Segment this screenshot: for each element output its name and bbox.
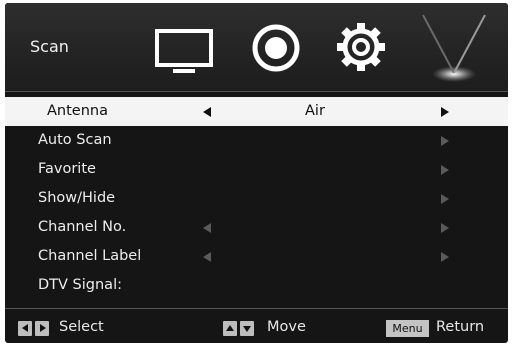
menu-item-favorite[interactable]: Favorite (5, 155, 508, 184)
menu-item-label: Auto Scan (38, 132, 112, 148)
antenna-icon[interactable] (415, 11, 493, 87)
menu-item-label: Show/Hide (38, 190, 116, 206)
menu-header: Scan (5, 3, 508, 91)
page-title: Scan (30, 37, 69, 56)
audio-icon[interactable] (248, 20, 304, 76)
left-arrow-icon[interactable] (203, 107, 211, 117)
tv-menu-window: Scan Antenna Air Auto Scan Favorite Show… (5, 3, 508, 343)
menu-item-label: Channel Label (38, 248, 142, 264)
right-arrow-icon[interactable] (441, 194, 449, 204)
menu-item-label: Channel No. (38, 219, 127, 235)
menu-item-channel-label[interactable]: Channel Label (5, 242, 508, 271)
right-arrow-icon[interactable] (441, 107, 449, 117)
menu-key-icon: Menu (386, 320, 429, 337)
left-arrow-icon[interactable] (203, 252, 211, 262)
right-arrow-icon[interactable] (441, 223, 449, 233)
menu-item-dtv-signal: DTV Signal: (5, 271, 508, 300)
settings-gear-icon[interactable] (331, 17, 391, 77)
move-hint: Move (267, 319, 306, 335)
return-hint: Return (436, 319, 485, 335)
menu-item-channel-no[interactable]: Channel No. (5, 213, 508, 242)
right-arrow-icon[interactable] (441, 165, 449, 175)
menu-item-label: Antenna (47, 103, 108, 119)
left-key-icon (18, 321, 32, 336)
antenna-value: Air (305, 103, 325, 119)
menu-item-label: Favorite (38, 161, 96, 177)
tv-icon[interactable] (152, 19, 218, 79)
right-arrow-icon[interactable] (441, 136, 449, 146)
up-key-icon (223, 321, 237, 336)
select-hint: Select (59, 319, 104, 335)
menu-item-auto-scan[interactable]: Auto Scan (5, 126, 508, 155)
footer-divider (5, 308, 508, 309)
header-divider (5, 91, 508, 92)
down-key-icon (240, 321, 254, 336)
menu-item-antenna[interactable]: Antenna Air (5, 97, 508, 126)
footer-hints: Select Move Menu Return (5, 313, 508, 343)
left-arrow-icon[interactable] (203, 223, 211, 233)
menu-item-label: DTV Signal: (38, 277, 122, 293)
right-arrow-icon[interactable] (441, 252, 449, 262)
right-key-icon (35, 321, 49, 336)
menu-item-show-hide[interactable]: Show/Hide (5, 184, 508, 213)
